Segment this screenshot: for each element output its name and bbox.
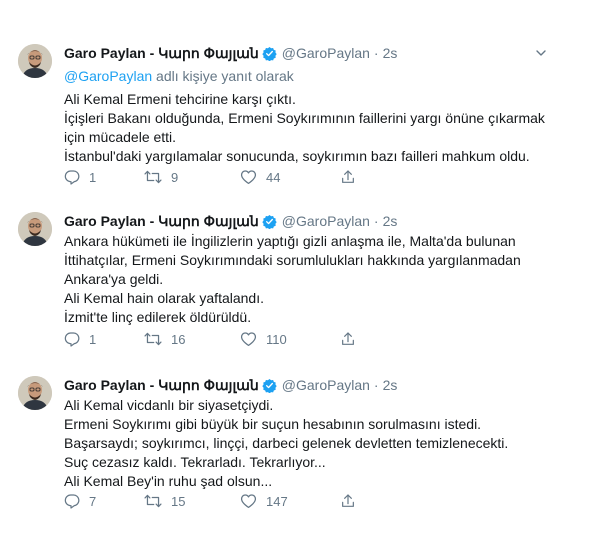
tweet-text-line: Ali Kemal Ermeni tehcirine karşı çıktı.: [64, 91, 296, 107]
like-button[interactable]: 44: [240, 169, 340, 185]
like-button[interactable]: 110: [240, 331, 340, 347]
tweet-actions: 1 16 110: [64, 330, 356, 348]
reply-context: @GaroPaylan adlı kişiye yanıt olarak: [64, 68, 294, 84]
tweet-text-line: Ali Kemal vicdanlı bir siyasetçiydi.: [64, 397, 274, 413]
retweet-button[interactable]: 15: [144, 493, 240, 509]
author-name[interactable]: Garo Paylan - Կարո Փայլան: [64, 45, 259, 62]
like-count: 110: [266, 331, 287, 347]
tweet-text-line: için mücadele etti.: [64, 129, 177, 145]
reply-context-text: adlı kişiye yanıt olarak: [152, 68, 294, 84]
tweet-text-line: Ali Kemal Bey'in ruhu şad olsun...: [64, 473, 273, 489]
tweet-actions: 1 9 44: [64, 168, 356, 186]
author-handle[interactable]: @GaroPaylan: [282, 377, 370, 393]
heart-icon: [240, 332, 257, 347]
reply-mention-link[interactable]: @GaroPaylan: [64, 68, 152, 84]
avatar[interactable]: [18, 212, 52, 246]
author-name[interactable]: Garo Paylan - Կարո Փայլան: [64, 377, 259, 394]
reply-button[interactable]: 1: [64, 169, 144, 185]
reply-button[interactable]: 7: [64, 493, 144, 509]
retweet-icon: [144, 494, 162, 508]
author-handle[interactable]: @GaroPaylan: [282, 45, 370, 61]
share-button[interactable]: [340, 331, 356, 347]
retweet-button[interactable]: 9: [144, 169, 240, 185]
tweet-header: Garo Paylan - Կարո Փայլան @GaroPaylan · …: [64, 376, 397, 394]
like-count: 44: [266, 169, 281, 185]
tweet-actions: 7 15 147: [64, 492, 356, 510]
reply-icon: [64, 170, 80, 185]
share-button[interactable]: [340, 493, 356, 509]
tweet-text-line: İzmit'te linç edilerek öldürüldü.: [64, 309, 252, 325]
retweet-icon: [144, 170, 162, 184]
share-icon: [342, 494, 354, 507]
tweet-text: Ali Kemal Ermeni tehcirine karşı çıktı. …: [64, 90, 545, 166]
retweet-count: 9: [171, 169, 179, 185]
tweet-text-line: İstanbul'daki yargılamalar sonucunda, so…: [64, 148, 530, 164]
verified-badge-icon: [262, 46, 277, 61]
avatar[interactable]: [18, 44, 52, 78]
separator-dot: ·: [373, 377, 379, 393]
share-button[interactable]: [340, 169, 356, 185]
author-handle[interactable]: @GaroPaylan: [282, 213, 370, 229]
tweet-header: Garo Paylan - Կարո Փայլան @GaroPaylan · …: [64, 212, 397, 230]
tweet-text-line: Ermeni Soykırımı gibi büyük bir suçun he…: [64, 416, 482, 432]
tweet-text-line: Ali Kemal hain olarak yaftalandı.: [64, 290, 264, 306]
timestamp[interactable]: 2s: [383, 45, 398, 61]
tweet-text-line: Ankara'ya geldi.: [64, 271, 164, 287]
tweet-text: Ankara hükümeti ile İngilizlerin yaptığı…: [64, 232, 521, 327]
like-button[interactable]: 147: [240, 493, 340, 509]
retweet-icon: [144, 332, 162, 346]
verified-badge-icon: [262, 214, 277, 229]
like-count: 147: [266, 493, 288, 509]
tweet-text-line: İçişleri Bakanı olduğunda, Ermeni Soykır…: [64, 110, 545, 126]
avatar[interactable]: [18, 376, 52, 410]
separator-dot: ·: [373, 213, 379, 229]
retweet-count: 15: [171, 493, 186, 509]
retweet-count: 16: [171, 331, 186, 347]
timestamp[interactable]: 2s: [383, 377, 398, 393]
tweet-text-line: Başarsaydı; soykırımcı, linççi, darbeci …: [64, 435, 509, 451]
verified-badge-icon: [262, 378, 277, 393]
reply-count: 1: [89, 169, 97, 185]
reply-button[interactable]: 1: [64, 331, 144, 347]
tweet-text: Ali Kemal vicdanlı bir siyasetçiydi. Erm…: [64, 396, 508, 491]
retweet-button[interactable]: 16: [144, 331, 240, 347]
reply-icon: [64, 494, 80, 509]
author-name[interactable]: Garo Paylan - Կարո Փայլան: [64, 213, 259, 230]
tweet-text-line: İttihatçılar, Ermeni Soykırımındaki soru…: [64, 252, 521, 268]
reply-icon: [64, 332, 80, 347]
timestamp[interactable]: 2s: [383, 213, 398, 229]
chevron-down-icon[interactable]: [534, 46, 548, 60]
reply-count: 7: [89, 493, 97, 509]
reply-count: 1: [89, 331, 97, 347]
tweet-text-line: Suç cezasız kaldı. Tekrarladı. Tekrarlıy…: [64, 454, 326, 470]
share-icon: [342, 170, 354, 183]
tweet-header: Garo Paylan - Կարո Փայլան @GaroPaylan · …: [64, 44, 397, 62]
heart-icon: [240, 170, 257, 185]
separator-dot: ·: [373, 45, 379, 61]
tweet-text-line: Ankara hükümeti ile İngilizlerin yaptığı…: [64, 233, 516, 249]
heart-icon: [240, 494, 257, 509]
share-icon: [342, 332, 354, 345]
